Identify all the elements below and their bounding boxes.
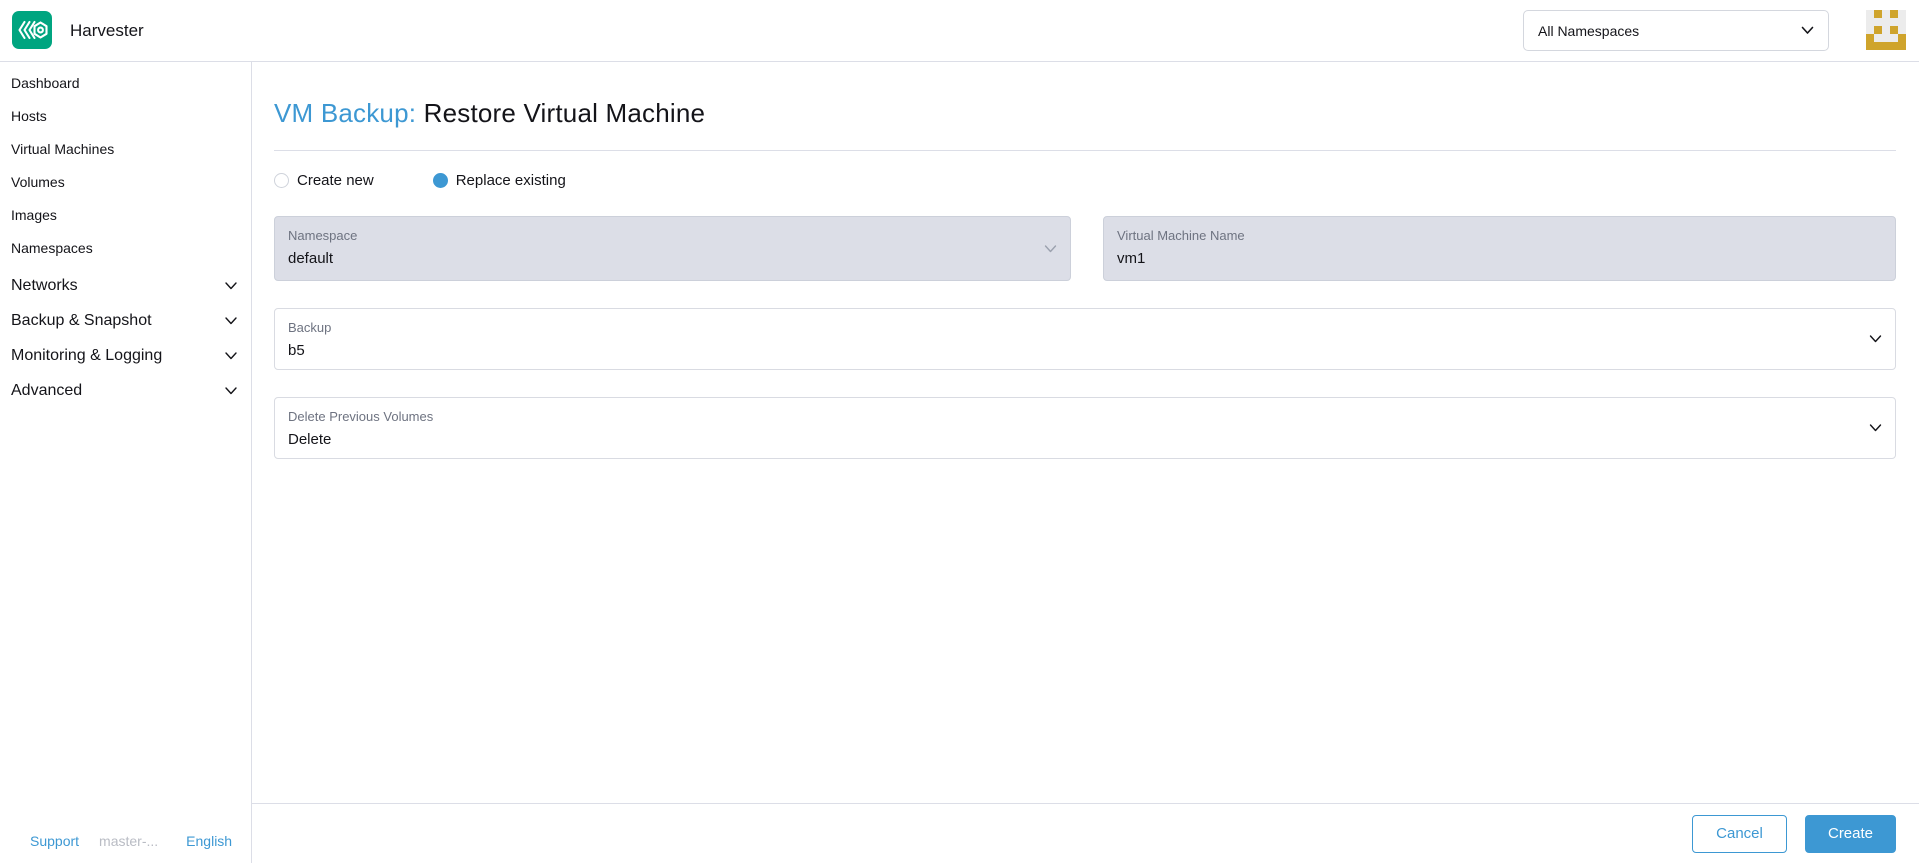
avatar-pixel bbox=[1866, 34, 1874, 42]
namespace-field-label: Namespace bbox=[288, 228, 358, 243]
vm-name-field-value: vm1 bbox=[1117, 250, 1146, 267]
avatar-pixel bbox=[1874, 42, 1882, 50]
avatar-pixel bbox=[1890, 10, 1898, 18]
avatar-pixel bbox=[1898, 26, 1906, 34]
sidebar-item-images[interactable]: Images bbox=[0, 198, 251, 231]
delete-previous-volumes-select[interactable]: Delete Previous Volumes Delete bbox=[274, 397, 1896, 459]
avatar-pixel bbox=[1890, 26, 1898, 34]
avatar-pixel bbox=[1898, 18, 1906, 26]
cancel-button[interactable]: Cancel bbox=[1692, 814, 1787, 853]
action-footer: Cancel Create bbox=[252, 803, 1919, 863]
avatar-pixel bbox=[1898, 34, 1906, 42]
avatar-pixel bbox=[1882, 42, 1890, 50]
sidebar-item-label: Dashboard bbox=[11, 74, 80, 91]
user-avatar[interactable] bbox=[1866, 10, 1906, 50]
sidebar-item-virtual-machines[interactable]: Virtual Machines bbox=[0, 132, 251, 165]
chevron-down-icon bbox=[1044, 244, 1057, 252]
avatar-pixel bbox=[1874, 10, 1882, 18]
backup-select-value: b5 bbox=[288, 342, 305, 359]
sidebar-footer: Support master-... English bbox=[0, 833, 252, 849]
radio-replace-existing-label: Replace existing bbox=[455, 172, 566, 189]
page-title-prefix: VM Backup: bbox=[274, 98, 417, 128]
avatar-pixel bbox=[1874, 18, 1882, 26]
harvester-logo-icon[interactable] bbox=[12, 11, 52, 49]
avatar-pixel bbox=[1866, 10, 1874, 18]
sidebar-item-dashboard[interactable]: Dashboard bbox=[0, 66, 251, 99]
sidebar-item-advanced[interactable]: Advanced bbox=[0, 373, 251, 408]
sidebar-item-label: Volumes bbox=[11, 173, 65, 190]
radio-create-new-circle[interactable] bbox=[274, 173, 289, 188]
sidebar-item-monitoring-logging[interactable]: Monitoring & Logging bbox=[0, 338, 251, 373]
chevron-down-icon bbox=[1801, 26, 1814, 34]
sidebar-item-networks[interactable]: Networks bbox=[0, 268, 251, 303]
namespace-filter-dropdown[interactable]: All Namespaces bbox=[1523, 10, 1829, 51]
avatar-pixel bbox=[1882, 10, 1890, 18]
sidebar-item-label: Hosts bbox=[11, 107, 47, 124]
vm-name-field: Virtual Machine Name vm1 bbox=[1103, 216, 1896, 281]
radio-create-new[interactable]: Create new bbox=[274, 172, 374, 189]
sidebar: Dashboard Hosts Virtual Machines Volumes Ima… bbox=[0, 62, 252, 863]
sidebar-item-volumes[interactable]: Volumes bbox=[0, 165, 251, 198]
chevron-down-icon bbox=[225, 386, 237, 394]
radio-create-new-label: Create new bbox=[297, 172, 374, 189]
radio-replace-existing-circle[interactable] bbox=[432, 173, 448, 188]
avatar-pixel bbox=[1898, 42, 1906, 50]
sidebar-item-label: Namespaces bbox=[11, 239, 93, 256]
namespace-filter-value: All Namespaces bbox=[1538, 22, 1640, 39]
chevron-down-icon bbox=[225, 351, 237, 359]
chevron-down-icon bbox=[225, 281, 237, 289]
chevron-down-icon bbox=[1869, 335, 1882, 343]
support-link[interactable]: Support bbox=[30, 833, 79, 849]
sidebar-nav: Dashboard Hosts Virtual Machines Volumes Ima… bbox=[0, 62, 251, 408]
avatar-pixel bbox=[1874, 26, 1882, 34]
avatar-pixel bbox=[1882, 34, 1890, 42]
chevron-down-icon bbox=[1869, 424, 1882, 432]
avatar-pixel bbox=[1882, 26, 1890, 34]
namespace-field-value: default bbox=[288, 250, 334, 267]
title-divider bbox=[274, 150, 1896, 151]
sidebar-item-label: Monitoring & Logging bbox=[11, 346, 163, 364]
version-label: master-... bbox=[99, 833, 159, 849]
app-title: Harvester bbox=[70, 21, 144, 40]
avatar-pixel bbox=[1874, 34, 1882, 42]
avatar-pixel bbox=[1866, 18, 1874, 26]
avatar-pixel bbox=[1898, 10, 1906, 18]
main-content: VM Backup: Restore Virtual Machine Creat… bbox=[252, 62, 1919, 863]
page-title-main: Restore Virtual Machine bbox=[423, 98, 706, 128]
avatar-pixel bbox=[1890, 18, 1898, 26]
avatar-pixel bbox=[1866, 26, 1874, 34]
chevron-down-icon bbox=[225, 316, 237, 324]
create-button[interactable]: Create bbox=[1805, 814, 1896, 853]
radio-replace-existing[interactable]: Replace existing bbox=[432, 172, 566, 189]
namespace-field: Namespace default bbox=[274, 216, 1071, 281]
page-title: VM Backup: Restore Virtual Machine bbox=[274, 98, 1896, 129]
vm-name-field-label: Virtual Machine Name bbox=[1117, 228, 1245, 243]
sidebar-item-label: Networks bbox=[11, 276, 78, 294]
sidebar-item-label: Advanced bbox=[11, 381, 83, 399]
top-header: Harvester All Namespaces bbox=[0, 0, 1919, 62]
avatar-pixel bbox=[1882, 18, 1890, 26]
sidebar-item-namespaces[interactable]: Namespaces bbox=[0, 231, 251, 264]
restore-mode-radio-group: Create new Replace existing bbox=[274, 172, 1896, 189]
sidebar-item-label: Backup & Snapshot bbox=[11, 311, 152, 329]
avatar-pixel bbox=[1866, 42, 1874, 50]
avatar-pixel bbox=[1890, 42, 1898, 50]
backup-select-label: Backup bbox=[288, 320, 332, 335]
delete-previous-volumes-label: Delete Previous Volumes bbox=[288, 409, 434, 424]
sidebar-item-backup-snapshot[interactable]: Backup & Snapshot bbox=[0, 303, 251, 338]
delete-previous-volumes-value: Delete bbox=[288, 431, 332, 448]
sidebar-item-label: Images bbox=[11, 206, 57, 223]
sidebar-item-hosts[interactable]: Hosts bbox=[0, 99, 251, 132]
backup-select[interactable]: Backup b5 bbox=[274, 308, 1896, 370]
language-link[interactable]: English bbox=[186, 833, 232, 849]
sidebar-item-label: Virtual Machines bbox=[11, 140, 115, 157]
avatar-pixel bbox=[1890, 34, 1898, 42]
